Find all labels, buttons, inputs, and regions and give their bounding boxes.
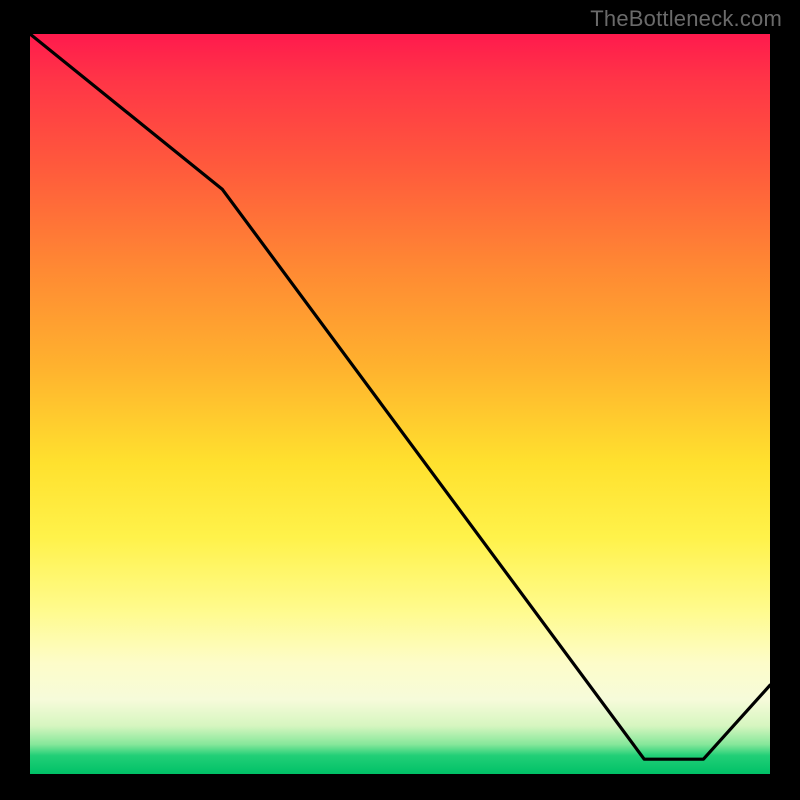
- chart-frame: TheBottleneck.com: [0, 0, 800, 800]
- bottleneck-curve: [30, 34, 770, 774]
- curve-path: [30, 34, 770, 759]
- attribution-text: TheBottleneck.com: [590, 6, 782, 32]
- plot-area: [30, 34, 770, 774]
